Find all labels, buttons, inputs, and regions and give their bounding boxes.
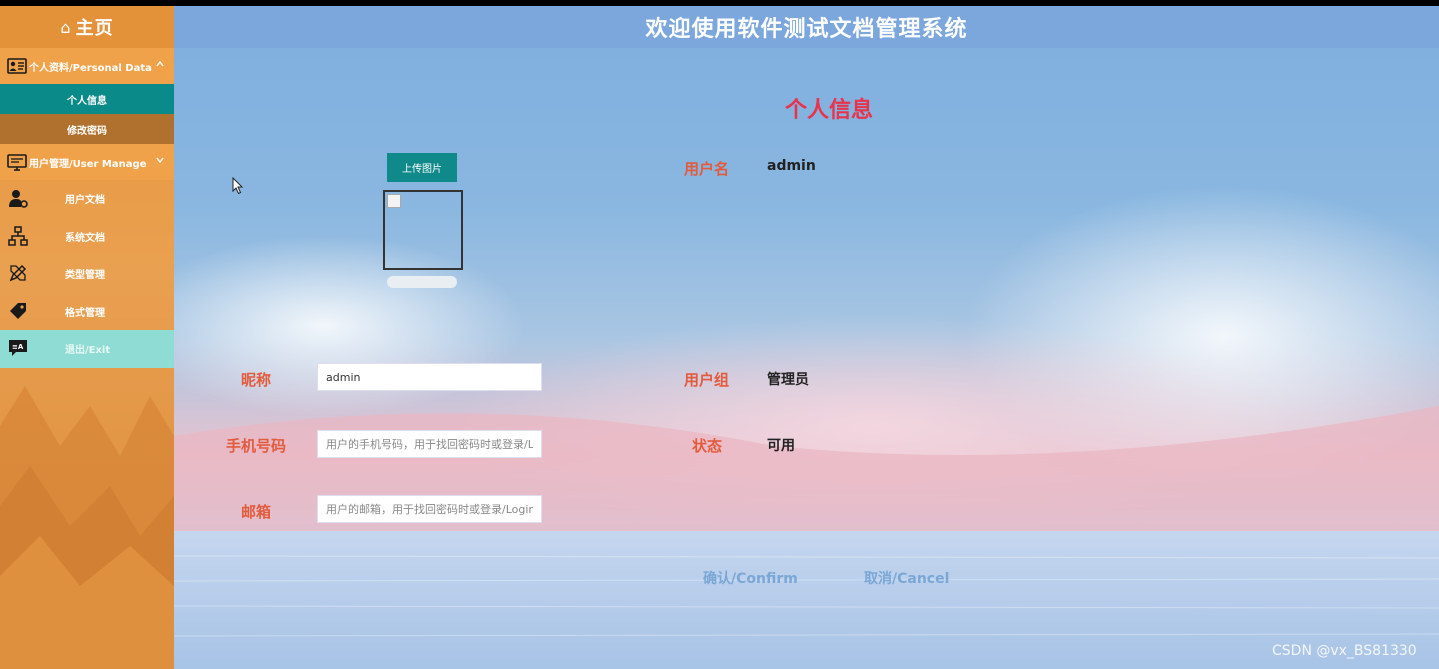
sidebar-item-system-docs[interactable]: 系统文档: [0, 218, 174, 256]
sidebar-item-label: 退出/Exit: [65, 345, 111, 357]
home-link[interactable]: ⌂ 主页: [0, 6, 174, 48]
sidebar-item-label: 类型管理: [65, 270, 105, 282]
csdn-watermark: CSDN @vx_BS81330: [1272, 643, 1417, 659]
home-label: 主页: [75, 18, 114, 39]
sidebar-section-label: 用户管理/User Manage: [29, 158, 147, 170]
broken-image-icon: [387, 194, 401, 208]
sidebar-item-change-password[interactable]: 修改密码: [0, 114, 174, 144]
sidebar-section-label: 个人资料/Personal Data: [29, 62, 152, 74]
phone-label: 手机号码: [226, 437, 287, 455]
email-label: 邮箱: [241, 503, 272, 521]
confirm-button[interactable]: 确认/Confirm: [703, 568, 798, 588]
main-panel: 欢迎使用软件测试文档管理系统 个人信息 上传图片 用户名 admin 昵称 用户…: [174, 6, 1439, 669]
sidebar-item-label: 个人信息: [67, 95, 107, 107]
sidebar-item-format-manage[interactable]: 格式管理: [0, 293, 174, 331]
status-value: 可用: [767, 438, 795, 454]
username-label: 用户名: [684, 160, 730, 178]
header-title: 欢迎使用软件测试文档管理系统: [645, 17, 968, 42]
avatar-progress-bar: [387, 276, 457, 288]
sidebar-item-personal-info[interactable]: 个人信息: [0, 84, 174, 114]
user-group-label: 用户组: [684, 371, 730, 389]
page-title: 个人信息: [785, 98, 874, 123]
sidebar-section-personal-data[interactable]: 个人资料/Personal Data: [0, 48, 174, 84]
sidebar-item-label: 系统文档: [65, 232, 105, 244]
id-card-icon: [7, 58, 27, 74]
nickname-label: 昵称: [241, 371, 272, 389]
tag-icon: [10, 302, 26, 319]
phone-input[interactable]: [317, 430, 542, 458]
email-input[interactable]: [317, 495, 542, 523]
nickname-input[interactable]: [317, 363, 542, 391]
username-value: admin: [767, 158, 816, 174]
cancel-button[interactable]: 取消/Cancel: [864, 568, 949, 588]
mouse-cursor-icon: [232, 177, 244, 195]
sidebar-mountain-background: [0, 386, 174, 669]
sitemap-icon: [8, 225, 28, 246]
svg-text:≡A: ≡A: [12, 343, 24, 351]
sidebar-item-label: 修改密码: [67, 125, 107, 137]
upload-image-button[interactable]: 上传图片: [387, 153, 457, 182]
monitor-icon: [7, 154, 27, 171]
user-gear-icon: [9, 190, 28, 208]
exit-chat-icon: ≡A: [9, 340, 27, 356]
pencil-ruler-icon: [9, 264, 27, 282]
home-icon: ⌂: [60, 17, 72, 37]
sidebar-section-user-manage[interactable]: 用户管理/User Manage: [0, 144, 174, 180]
avatar-preview: [383, 190, 463, 270]
sidebar-item-type-manage[interactable]: 类型管理: [0, 255, 174, 293]
sidebar-item-exit[interactable]: ≡A 退出/Exit: [0, 330, 174, 368]
sidebar-item-label: 用户文档: [65, 195, 105, 207]
user-group-value: 管理员: [767, 372, 809, 388]
chevron-up-icon: [156, 60, 164, 67]
sidebar-item-label: 格式管理: [65, 307, 105, 319]
page-header: 欢迎使用软件测试文档管理系统: [174, 6, 1439, 48]
sidebar-item-user-docs[interactable]: 用户文档: [0, 180, 174, 218]
status-label: 状态: [692, 437, 723, 455]
sidebar: ⌂ 主页 个人资料/Personal Data 个人信息 修改密码 用户管理/U…: [0, 6, 174, 669]
chevron-down-icon: [156, 157, 164, 164]
